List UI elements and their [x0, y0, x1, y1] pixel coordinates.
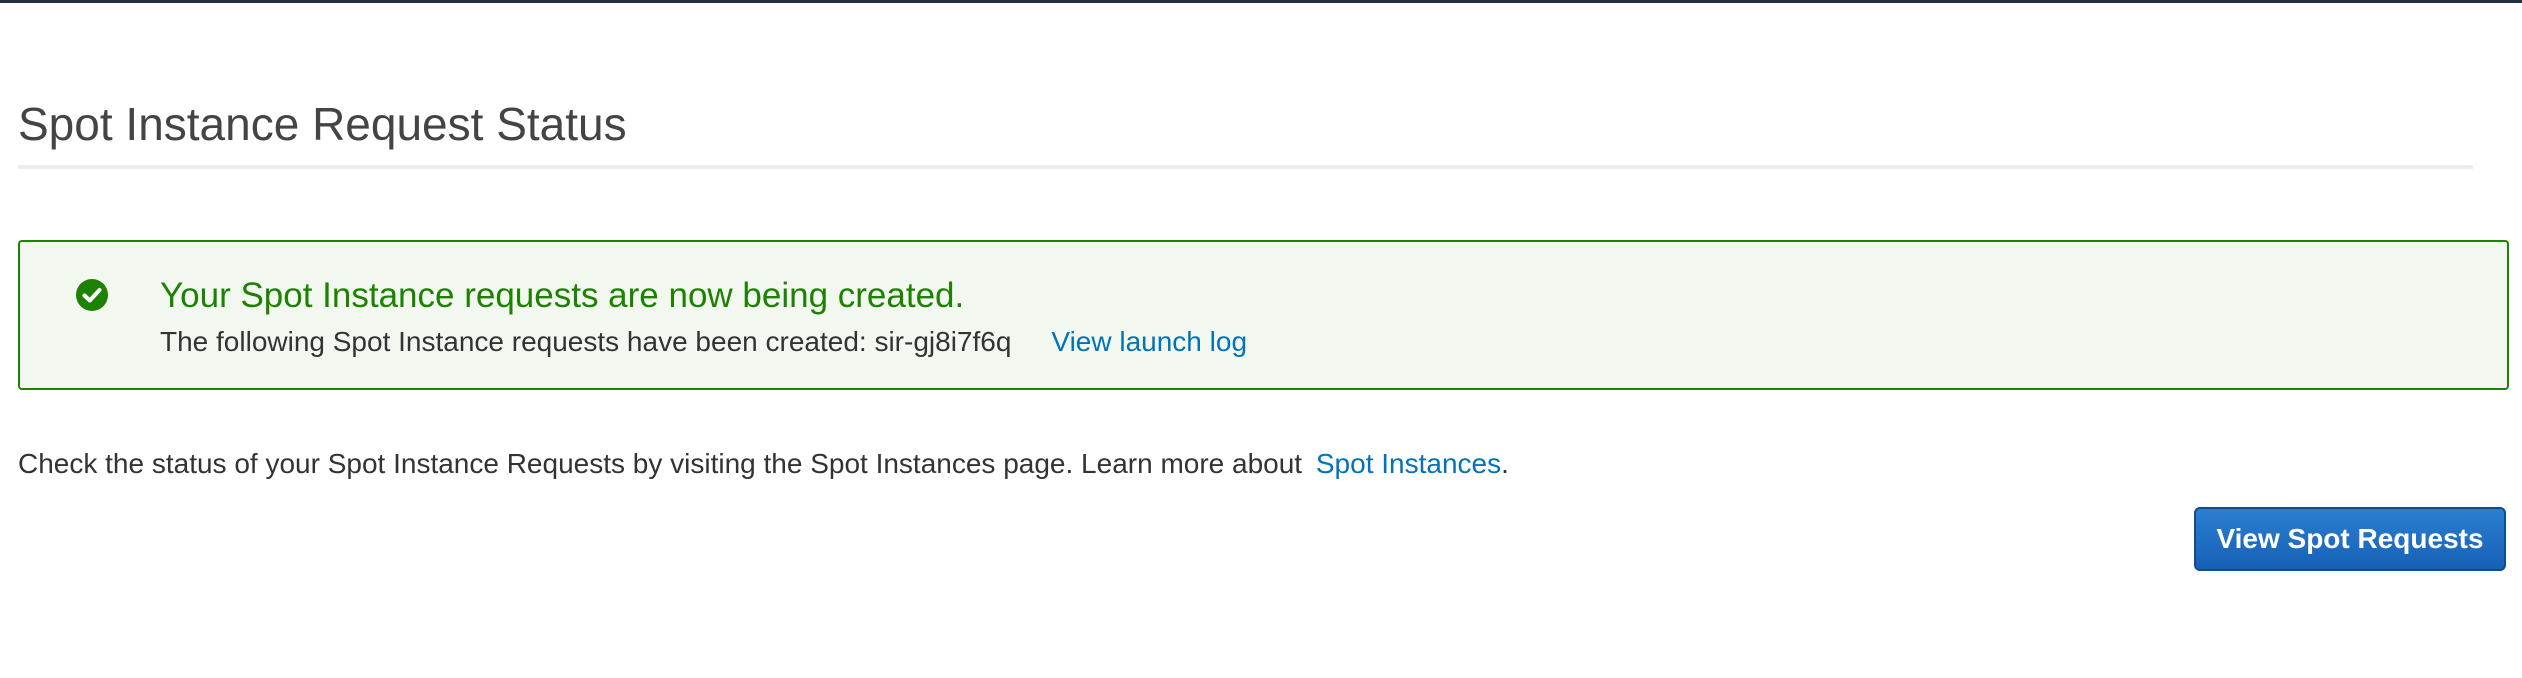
view-launch-log-link[interactable]: View launch log	[1051, 326, 1247, 357]
info-text-body: Check the status of your Spot Instance R…	[18, 448, 1310, 479]
info-text: Check the status of your Spot Instance R…	[18, 446, 1509, 482]
spot-instances-link[interactable]: Spot Instances	[1316, 448, 1501, 479]
request-id: sir-gj8i7f6q	[874, 326, 1012, 357]
check-circle-icon	[75, 278, 109, 312]
view-spot-requests-button[interactable]: View Spot Requests	[2194, 507, 2506, 571]
info-text-suffix: .	[1501, 448, 1509, 479]
alert-body: The following Spot Instance requests hav…	[160, 324, 1247, 360]
title-divider	[18, 165, 2473, 169]
success-alert: Your Spot Instance requests are now bein…	[18, 240, 2509, 390]
alert-title: Your Spot Instance requests are now bein…	[160, 276, 965, 315]
alert-body-text: The following Spot Instance requests hav…	[160, 326, 875, 357]
page-title: Spot Instance Request Status	[18, 98, 627, 150]
top-border	[0, 0, 2522, 3]
